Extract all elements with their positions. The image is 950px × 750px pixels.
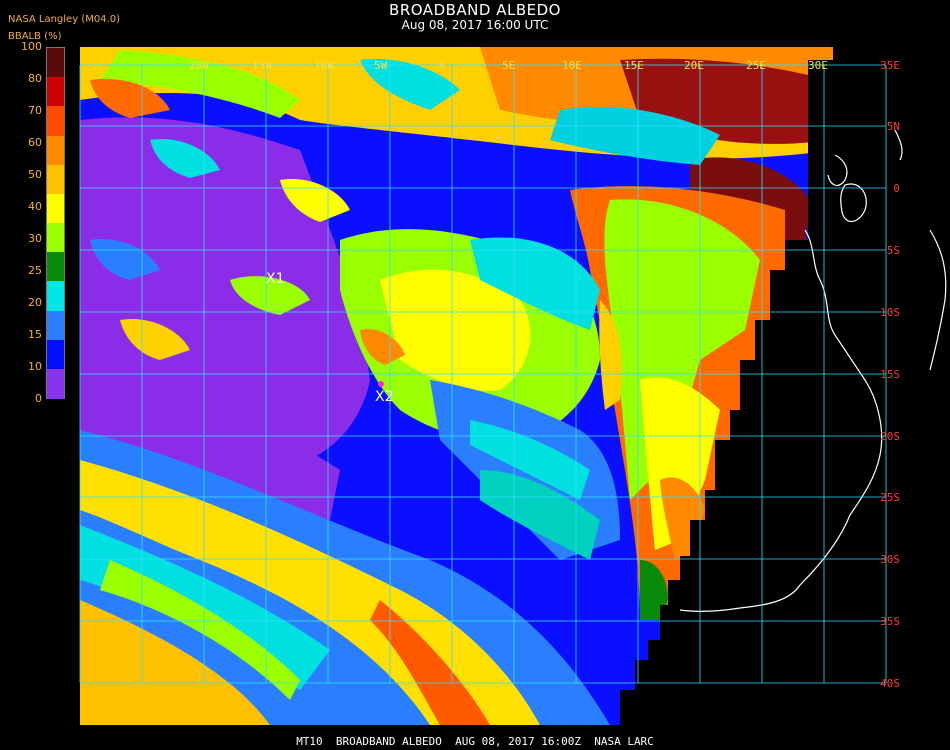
longitude-label: 10E: [562, 59, 582, 72]
marker-dot-x2: [378, 381, 384, 387]
footer-caption: MT10 BROADBAND ALBEDO AUG 08, 2017 16:00…: [296, 735, 654, 748]
latitude-label: 5S: [887, 244, 900, 257]
latitude-label: 5N: [887, 120, 900, 133]
latitude-label: 35S: [880, 615, 900, 628]
latitude-label: 20S: [880, 430, 900, 443]
longitude-label: 25E: [746, 59, 766, 72]
latitude-label: 40S: [880, 677, 900, 690]
albedo-map-view: BROADBAND ALBEDO Aug 08, 2017 16:00 UTC …: [0, 0, 950, 750]
longitude-label: 10W: [314, 59, 334, 72]
longitude-label: 15E: [624, 59, 644, 72]
longitude-label: 5W: [374, 59, 388, 72]
albedo-imagery: [80, 47, 833, 725]
longitude-label: 15W: [252, 59, 272, 72]
latitude-labels: 35E 5N 0 5S 10S 15S 20S 25S 30S 35S 40S: [880, 59, 900, 690]
latitude-label: 30S: [880, 553, 900, 566]
latitude-label: 15S: [880, 368, 900, 381]
site-marker-x1: X1: [266, 271, 285, 287]
longitude-label: 0: [439, 59, 446, 72]
satellite-albedo-map: 35E 5N 0 5S 10S 15S 20S 25S 30S 35S 40S 20W 15W 10W 5…: [79, 47, 947, 725]
longitude-label: 5E: [502, 59, 515, 72]
latitude-label: 10S: [880, 306, 900, 319]
longitude-label: 30E: [808, 59, 828, 72]
marker-label-x1: X1: [266, 271, 285, 287]
longitude-label: 20W: [189, 59, 209, 72]
latitude-label: 25S: [880, 491, 900, 504]
latitude-label: 35E: [880, 59, 900, 72]
marker-label-x2: X2: [375, 389, 394, 405]
longitude-label: 20E: [684, 59, 704, 72]
latitude-label: 0: [893, 182, 900, 195]
